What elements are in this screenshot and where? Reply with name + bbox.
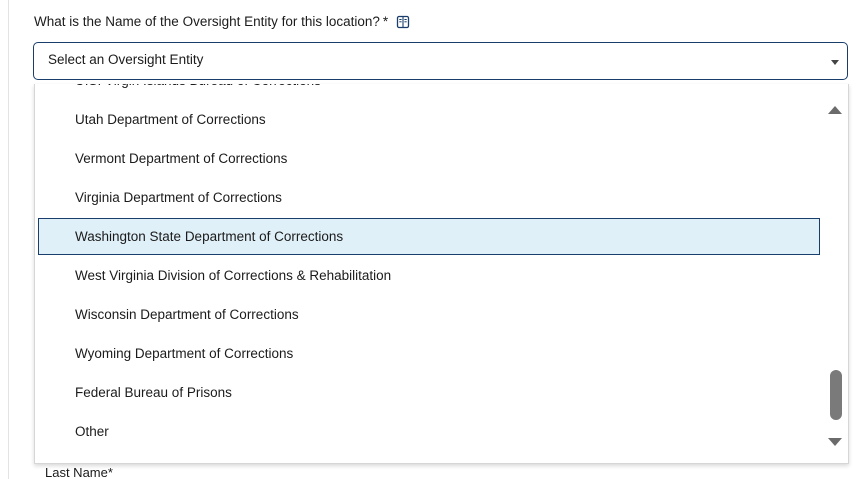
option-wyoming[interactable]: Wyoming Department of Corrections — [35, 334, 825, 373]
listbox-scrollbar[interactable] — [824, 84, 848, 463]
oversight-entity-listbox[interactable]: U.S. Virgin Islands Bureau of Correction… — [34, 84, 849, 464]
last-name-label: Last Name* — [45, 465, 113, 479]
chevron-down-icon — [831, 60, 839, 65]
form-page: What is the Name of the Oversight Entity… — [0, 0, 863, 479]
last-name-required-marker: * — [107, 465, 113, 479]
oversight-entity-question: What is the Name of the Oversight Entity… — [34, 14, 410, 29]
option-utah[interactable]: Utah Department of Corrections — [35, 100, 825, 139]
option-west-virginia[interactable]: West Virginia Division of Corrections & … — [35, 256, 825, 295]
question-label: What is the Name of the Oversight Entity… — [34, 14, 380, 29]
scroll-up-arrow-icon[interactable] — [828, 106, 842, 114]
option-wisconsin[interactable]: Wisconsin Department of Corrections — [35, 295, 825, 334]
info-book-icon[interactable] — [396, 15, 410, 29]
last-name-text: Last Name — [45, 465, 108, 479]
required-marker: * — [382, 14, 389, 29]
option-us-virgin-islands[interactable]: U.S. Virgin Islands Bureau of Correction… — [35, 84, 825, 100]
scroll-thumb[interactable] — [830, 370, 842, 420]
option-virginia[interactable]: Virginia Department of Corrections — [35, 178, 825, 217]
options-list: U.S. Virgin Islands Bureau of Correction… — [35, 84, 825, 451]
option-vermont[interactable]: Vermont Department of Corrections — [35, 139, 825, 178]
option-other[interactable]: Other — [35, 412, 825, 451]
left-divider — [8, 0, 9, 479]
option-washington-state[interactable]: Washington State Department of Correctio… — [38, 218, 820, 255]
select-placeholder: Select an Oversight Entity — [48, 52, 204, 67]
option-federal-bureau-of-prisons[interactable]: Federal Bureau of Prisons — [35, 373, 825, 412]
oversight-entity-select[interactable]: Select an Oversight Entity — [33, 42, 848, 80]
scroll-down-arrow-icon[interactable] — [828, 438, 842, 446]
